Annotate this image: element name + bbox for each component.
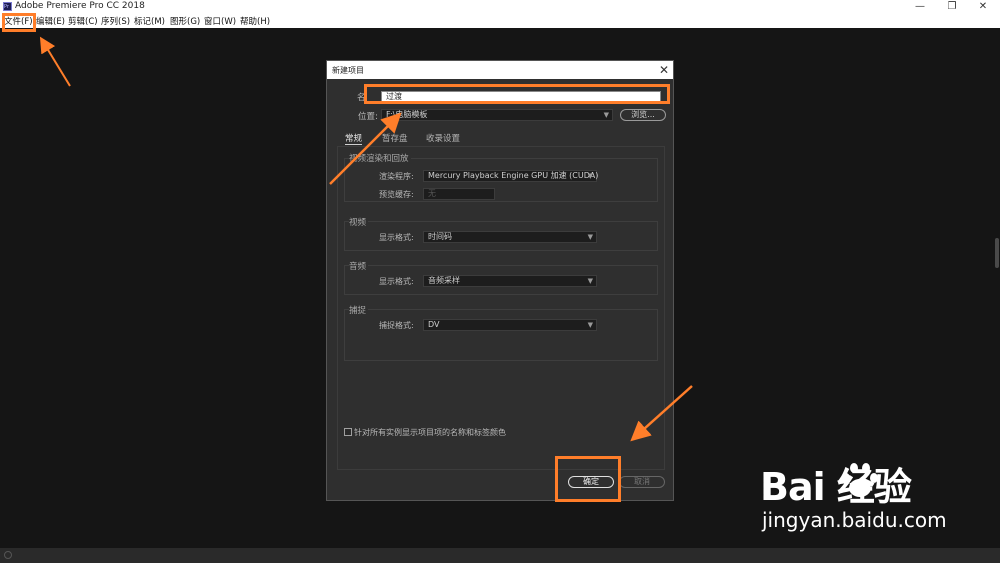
audio-display-format-value: 音频采样: [428, 276, 460, 285]
show-labels-checkbox[interactable]: [344, 428, 352, 436]
menu-clip[interactable]: 剪辑(C): [68, 15, 98, 27]
baidu-paw-icon: [842, 463, 878, 497]
audio-display-format-label: 显示格式:: [379, 277, 414, 286]
window-title: Adobe Premiere Pro CC 2018: [15, 1, 145, 11]
video-rendering-title: 视频渲染和回放: [349, 152, 411, 164]
name-label: 名: [357, 93, 366, 103]
renderer-label: 渲染程序:: [379, 172, 414, 181]
premiere-pro-icon: [3, 2, 12, 11]
audio-group: 音频 显示格式: 音频采样 ▼: [344, 260, 658, 295]
capture-group: 捕捉 捕捉格式: DV ▼: [344, 304, 658, 361]
browse-button[interactable]: 浏览...: [620, 109, 666, 121]
video-display-format-select[interactable]: 时间码 ▼: [423, 231, 597, 243]
menu-marker[interactable]: 标记(M): [134, 15, 165, 27]
audio-title: 音频: [349, 260, 369, 272]
menu-window[interactable]: 窗口(W): [204, 15, 236, 27]
menu-help[interactable]: 帮助(H): [240, 15, 270, 27]
chevron-down-icon: ▼: [587, 321, 593, 329]
status-icon: [4, 551, 12, 559]
tab-ingest-settings[interactable]: 收录设置: [426, 132, 460, 144]
location-value: F:\电脑模板: [386, 110, 428, 119]
menu-graphics[interactable]: 图形(G): [170, 15, 200, 27]
baidu-jingyan-watermark: Bai 经验 jingyan.baidu.com: [760, 456, 980, 546]
tab-general[interactable]: 常规: [345, 132, 363, 145]
video-group: 视频 显示格式: 时间码 ▼: [344, 216, 658, 251]
audio-display-format-select[interactable]: 音频采样 ▼: [423, 275, 597, 287]
preview-cache-label: 预览缓存:: [379, 190, 414, 199]
tab-scratch-disks[interactable]: 暂存盘: [382, 132, 408, 144]
chevron-down-icon: ▼: [587, 172, 593, 180]
watermark-logo: Bai 经验: [760, 465, 912, 509]
menu-bar: 文件(F) 编辑(E) 剪辑(C) 序列(S) 标记(M) 图形(G) 窗口(W…: [0, 14, 1000, 28]
video-display-format-value: 时间码: [428, 232, 452, 241]
video-title: 视频: [349, 216, 369, 228]
video-rendering-group: 视频渲染和回放 渲染程序: Mercury Playback Engine GP…: [344, 152, 658, 202]
general-settings-panel: 视频渲染和回放 渲染程序: Mercury Playback Engine GP…: [337, 146, 665, 470]
menu-file[interactable]: 文件(F): [4, 15, 33, 27]
chevron-down-icon: ▼: [587, 233, 593, 241]
location-select[interactable]: F:\电脑模板 ▼: [381, 109, 613, 121]
close-window-button[interactable]: ✕: [968, 0, 998, 14]
capture-format-label: 捕捉格式:: [379, 321, 414, 330]
preview-cache-select: 无: [423, 188, 495, 200]
chevron-down-icon: ▼: [603, 111, 609, 119]
cancel-button[interactable]: 取消: [619, 476, 665, 488]
capture-title: 捕捉: [349, 304, 369, 316]
location-label: 位置:: [358, 112, 378, 122]
dialog-titlebar: 新建项目 ✕: [327, 61, 673, 79]
chevron-down-icon: ▼: [587, 277, 593, 285]
new-project-dialog: 新建项目 ✕ 名 过渡 位置: F:\电脑模板 ▼ 浏览... 常规 暂存盘 收…: [326, 60, 674, 501]
scrollbar-thumb[interactable]: [995, 238, 999, 268]
capture-format-select[interactable]: DV ▼: [423, 319, 597, 331]
ok-button[interactable]: 确定: [568, 476, 614, 488]
dialog-title: 新建项目: [332, 66, 364, 75]
project-name-input[interactable]: 过渡: [381, 91, 661, 103]
watermark-url: jingyan.baidu.com: [762, 508, 947, 532]
minimize-button[interactable]: —: [905, 0, 935, 14]
renderer-value: Mercury Playback Engine GPU 加速 (CUDA): [428, 171, 599, 180]
maximize-button[interactable]: ❐: [937, 0, 967, 14]
show-labels-checkbox-label: 针对所有实例显示项目项的名称和标签颜色: [354, 428, 506, 437]
menu-edit[interactable]: 编辑(E): [36, 15, 65, 27]
status-bar: [0, 548, 1000, 563]
dialog-close-icon[interactable]: ✕: [659, 62, 669, 78]
menu-sequence[interactable]: 序列(S): [101, 15, 130, 27]
renderer-select[interactable]: Mercury Playback Engine GPU 加速 (CUDA) ▼: [423, 170, 599, 182]
window-titlebar: Adobe Premiere Pro CC 2018 — ❐ ✕: [0, 0, 1000, 14]
video-display-format-label: 显示格式:: [379, 233, 414, 242]
capture-format-value: DV: [428, 320, 440, 329]
